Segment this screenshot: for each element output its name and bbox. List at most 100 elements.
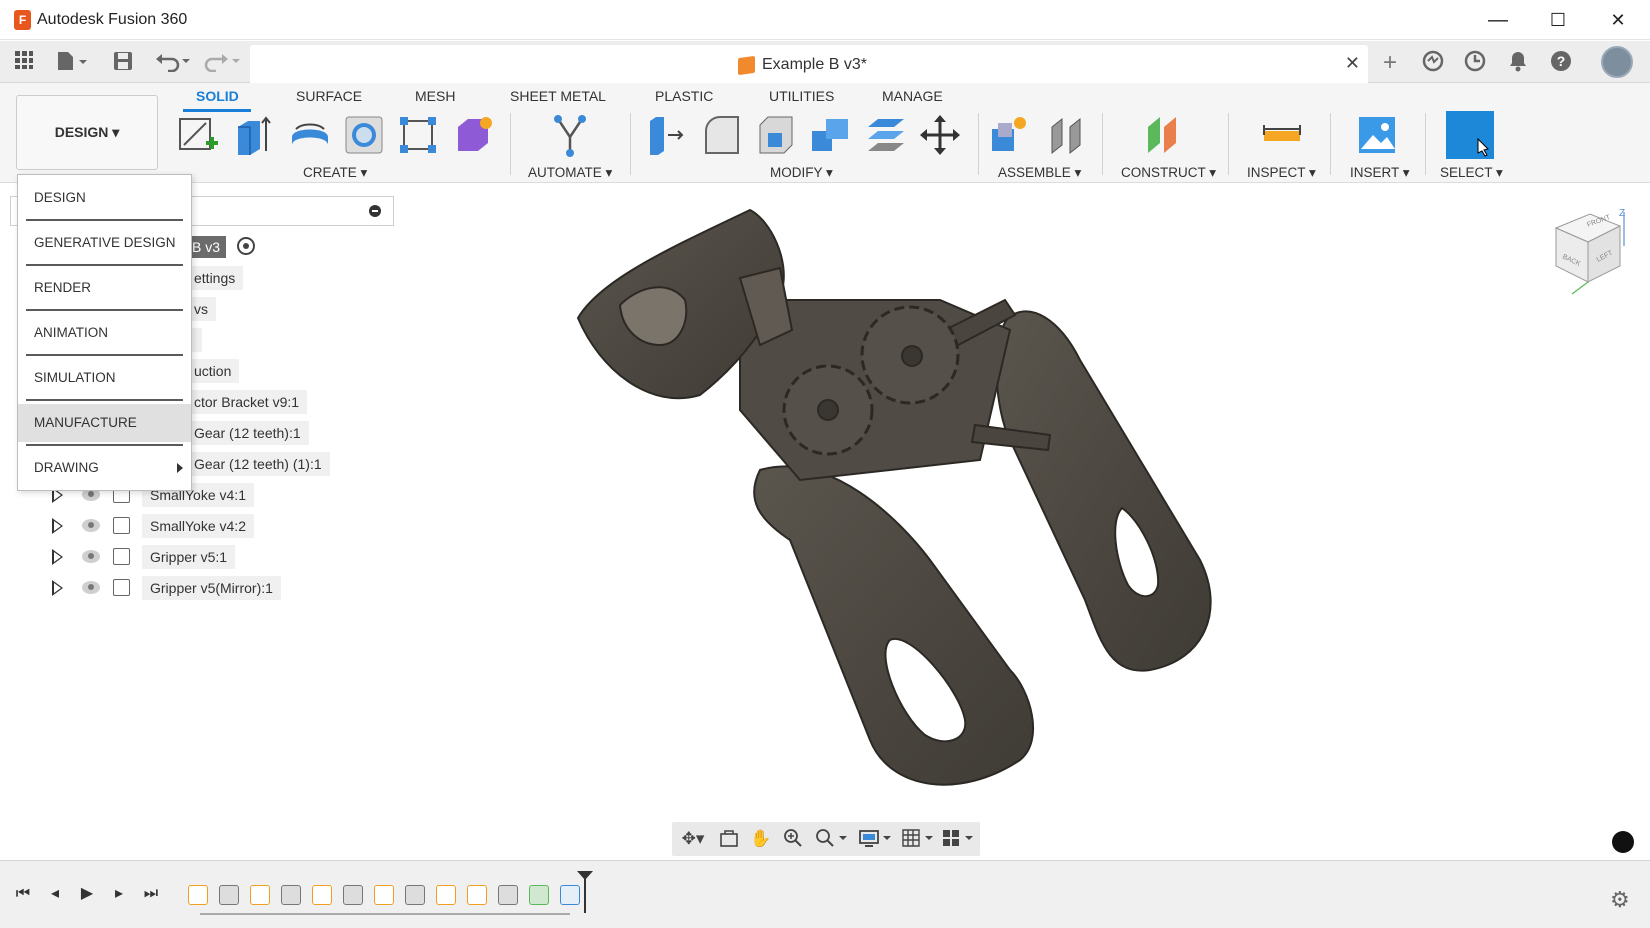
tab-sheet-metal[interactable]: SHEET METAL [510,88,606,104]
construct-group-label[interactable]: CONSTRUCT ▾ [1121,165,1216,181]
document-tab[interactable]: Example B v3* ✕ [250,45,1368,83]
workspace-item-manufacture[interactable]: MANUFACTURE [18,404,191,442]
workspace-item-design[interactable]: DESIGN [18,179,191,217]
visibility-eye-icon[interactable] [82,550,100,563]
activate-target-icon[interactable] [237,237,255,255]
timeline-feature-body[interactable] [498,885,518,905]
timeline-feature-sketch[interactable] [250,885,270,905]
timeline-last-button[interactable]: ⏭ [140,883,162,905]
assemble-group-label[interactable]: ASSEMBLE ▾ [998,165,1081,181]
tab-mesh[interactable]: MESH [415,88,455,104]
tree-row-gripper-1[interactable]: Gripper v5:1 [0,545,300,569]
orbit-icon[interactable]: ✥▾ [676,828,710,850]
minimize-button[interactable]: — [1476,6,1520,34]
workspace-item-simulation[interactable]: SIMULATION [18,359,191,397]
pattern-icon[interactable] [396,113,440,157]
job-status-icon[interactable] [1462,50,1488,76]
tab-solid[interactable]: SOLID [196,88,239,104]
timeline-feature-joint[interactable] [529,885,549,905]
timeline-feature-body[interactable] [405,885,425,905]
combine-icon[interactable] [808,113,852,157]
automate-group-label[interactable]: AUTOMATE ▾ [528,165,612,181]
maximize-button[interactable]: ☐ [1536,6,1580,34]
timeline-first-button[interactable]: ⏮ [12,883,34,905]
form-icon[interactable] [452,113,496,157]
modify-group-label[interactable]: MODIFY ▾ [770,165,833,181]
create-group-label[interactable]: CREATE ▾ [303,165,367,181]
close-window-button[interactable]: ✕ [1596,6,1640,34]
collapse-browser-icon[interactable] [369,205,381,217]
timeline-marker[interactable] [577,871,593,913]
measure-icon[interactable] [1260,113,1304,157]
visibility-eye-icon[interactable] [82,519,100,532]
automate-icon[interactable] [548,113,592,157]
inspect-group-label[interactable]: INSPECT ▾ [1247,165,1316,181]
grid-settings-icon[interactable] [900,828,936,850]
revolve-icon[interactable] [288,113,332,157]
close-document-button[interactable]: ✕ [1345,53,1360,74]
tab-surface[interactable]: SURFACE [296,88,362,104]
select-icon[interactable] [1446,111,1494,159]
timeline-play-button[interactable]: ▶ [76,883,98,905]
select-group-label[interactable]: SELECT ▾ [1440,165,1503,181]
root-component-label[interactable]: B v3 [186,236,227,258]
hole-icon[interactable] [342,113,386,157]
file-menu-icon[interactable] [52,50,92,74]
notifications-icon[interactable] [1505,50,1531,76]
timeline-feature-body[interactable] [219,885,239,905]
extrude-icon[interactable] [232,113,276,157]
insert-group-label[interactable]: INSERT ▾ [1350,165,1410,181]
data-panel-icon[interactable] [12,50,36,74]
create-sketch-icon[interactable] [176,113,220,157]
workspace-item-animation[interactable]: ANIMATION [18,314,191,352]
zoom-icon[interactable] [814,828,850,850]
shell-icon[interactable] [754,113,798,157]
timeline-feature-body[interactable] [343,885,363,905]
extensions-icon[interactable] [1420,50,1446,76]
timeline-feature-sketch[interactable] [436,885,456,905]
tab-manage[interactable]: MANAGE [882,88,943,104]
timeline-feature-sketch[interactable] [312,885,332,905]
new-tab-icon[interactable]: + [1377,50,1403,76]
timeline-feature-sketch[interactable] [467,885,487,905]
move-copy-icon[interactable] [918,113,962,157]
viewcube[interactable]: FRONT BACK LEFT Z [1548,206,1630,298]
timeline-feature-sketch[interactable] [374,885,394,905]
press-pull-icon[interactable] [644,113,688,157]
tree-row-smallyoke-2[interactable]: SmallYoke v4:2 [0,514,300,538]
workspace-item-drawing[interactable]: DRAWING [18,449,191,487]
offset-plane-icon[interactable] [1144,113,1188,157]
undo-icon[interactable] [152,50,192,74]
zoom-window-icon[interactable] [782,828,804,850]
workspace-item-generative-design[interactable]: GENERATIVE DESIGN [18,224,191,262]
tab-utilities[interactable]: UTILITIES [769,88,834,104]
timeline-settings-icon[interactable]: ⚙ [1610,887,1630,913]
save-icon[interactable] [110,50,136,74]
timeline-feature-sketch[interactable] [188,885,208,905]
tab-plastic[interactable]: PLASTIC [655,88,713,104]
gripper-3d-model[interactable] [560,200,1240,800]
feedback-icon[interactable] [1612,831,1634,853]
joint-icon[interactable] [1046,113,1090,157]
tree-row-gripper-mirror[interactable]: Gripper v5(Mirror):1 [0,576,300,600]
new-component-icon[interactable] [988,113,1032,157]
redo-icon[interactable] [202,50,242,74]
display-settings-icon[interactable] [858,828,894,850]
workspace-switcher-button[interactable]: DESIGN ▾ [16,95,158,170]
look-at-icon[interactable] [718,828,740,850]
timeline-feature-body[interactable] [281,885,301,905]
user-avatar[interactable] [1601,46,1633,78]
timeline-next-button[interactable]: ▸ [108,883,130,905]
expand-arrow-icon[interactable] [52,580,63,596]
fillet-icon[interactable] [700,113,744,157]
timeline-previous-button[interactable]: ◂ [44,883,66,905]
expand-arrow-icon[interactable] [52,549,63,565]
viewports-icon[interactable] [940,828,976,850]
pan-icon[interactable]: ✋ [750,828,772,850]
help-icon[interactable]: ? [1548,50,1574,76]
workspace-item-render[interactable]: RENDER [18,269,191,307]
offset-face-icon[interactable] [864,113,908,157]
timeline-feature-mirror[interactable] [560,885,580,905]
expand-arrow-icon[interactable] [52,518,63,534]
insert-image-icon[interactable] [1355,113,1399,157]
